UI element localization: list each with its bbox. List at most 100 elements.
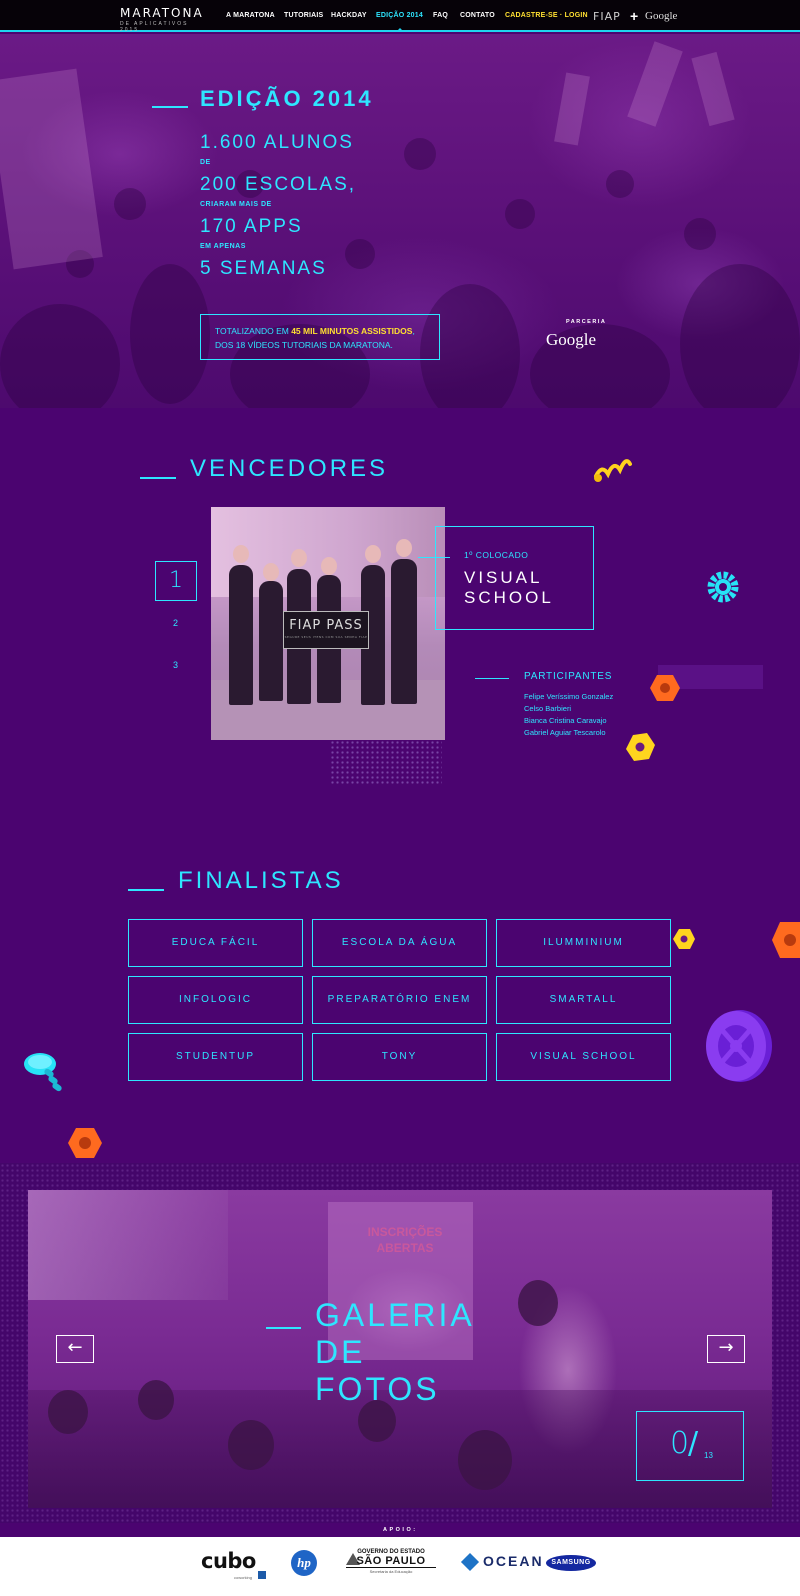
gallery-counter-slash: / xyxy=(688,1426,699,1461)
nav-cadastro-login[interactable]: CADASTRE-SE · LOGIN xyxy=(505,12,588,19)
participant-name: Felipe Veríssimo Gonzalez xyxy=(524,692,614,701)
logo-title: MARATONA xyxy=(120,6,204,20)
participants-title: PARTICIPANTES xyxy=(524,671,613,682)
cubo-badge-icon xyxy=(258,1571,266,1579)
projection-text: INSCRIÇÕES ABERTAS xyxy=(367,1225,443,1255)
person-head xyxy=(291,549,307,567)
orange-nut-icon xyxy=(68,1128,102,1158)
yellow-nut-icon xyxy=(673,929,695,949)
nav-hackday[interactable]: HACKDAY xyxy=(331,12,367,19)
rank-3-button[interactable]: 3 xyxy=(173,660,178,670)
sponsors-bar: cubo coworking hp GOVERNO DO ESTADO SÃO … xyxy=(0,1537,800,1596)
plus-icon: + xyxy=(630,8,639,24)
nav-faq[interactable]: FAQ xyxy=(433,12,448,19)
finalist-escola-da-agua[interactable]: ESCOLA DA ÁGUA xyxy=(312,919,487,967)
person-head xyxy=(233,545,249,563)
photo-person xyxy=(518,1280,558,1326)
sign-title: FIAP PASS xyxy=(289,618,363,633)
gallery-prev-button[interactable]: ← xyxy=(56,1335,94,1363)
person-head xyxy=(365,545,381,563)
participants-rule xyxy=(475,678,509,679)
person-head xyxy=(321,557,337,575)
person xyxy=(229,565,253,705)
cubo-logo[interactable]: cubo xyxy=(201,1549,256,1573)
sao-paulo-government-logo[interactable]: GOVERNO DO ESTADO SÃO PAULO Secretaria d… xyxy=(346,1549,436,1574)
person xyxy=(391,559,417,704)
gallery-title: GALERIA DE FOTOS xyxy=(315,1297,475,1408)
nav-a-maratona[interactable]: A MARATONA xyxy=(226,12,275,19)
totals-text: , xyxy=(412,326,415,336)
gallery-next-button[interactable]: → xyxy=(707,1335,745,1363)
gallery-title-line: GALERIA xyxy=(315,1297,475,1333)
fiap-logo: FIAP xyxy=(593,10,621,23)
parceria-label: PARCERIA xyxy=(566,319,607,325)
stat-connector: DE xyxy=(200,159,211,166)
sign-subtitle: SEGURE SEUS ITENS COM SUA SENHA FIAP xyxy=(284,635,368,639)
finalist-studentup[interactable]: STUDENTUP xyxy=(128,1033,303,1081)
finalist-ilumminium[interactable]: ILUMMINIUM xyxy=(496,919,671,967)
person-head xyxy=(396,539,412,557)
stat-apps: 170 APPS xyxy=(200,216,303,237)
nav-tutoriais[interactable]: TUTORIAIS xyxy=(284,12,323,19)
rank-2-button[interactable]: 2 xyxy=(173,618,178,628)
person-head xyxy=(263,563,279,581)
participant-name: Gabriel Aguiar Tescarolo xyxy=(524,728,606,737)
winner-photo: FIAP PASS SEGURE SEUS ITENS COM SUA SENH… xyxy=(211,507,445,740)
finalistas-title: FINALISTAS xyxy=(178,867,344,894)
finalist-preparatorio-enem[interactable]: PREPARATÓRIO ENEM xyxy=(312,976,487,1024)
sp-logo-line3: Secretaria da Educação xyxy=(369,1569,413,1574)
finalist-educa-facil[interactable]: EDUCA FÁCIL xyxy=(128,919,303,967)
vencedores-rule xyxy=(140,477,176,479)
cubo-logo-subtitle: coworking xyxy=(234,1575,253,1580)
photo-person xyxy=(48,1390,88,1434)
spring-icon xyxy=(594,459,632,482)
vencedores-title: VENCEDORES xyxy=(190,455,389,482)
ocean-logo[interactable]: OCEAN xyxy=(483,1553,544,1569)
rank-1-button[interactable]: 1 xyxy=(155,561,197,601)
totals-text: TOTALIZANDO EM xyxy=(215,326,292,336)
stat-connector: EM APENAS xyxy=(200,243,246,250)
participant-name: Bianca Cristina Caravajo xyxy=(524,716,607,725)
screw-icon xyxy=(24,1053,62,1092)
stat-alunos: 1.600 ALUNOS xyxy=(200,132,354,153)
gear-icon xyxy=(707,571,739,603)
google-partner-logo: Google xyxy=(546,330,597,349)
nav-contato[interactable]: CONTATO xyxy=(460,12,495,19)
gallery-title-line: DE xyxy=(315,1334,366,1370)
active-nav-indicator xyxy=(396,28,404,32)
winner-card-connector xyxy=(418,557,450,558)
finalistas-rule xyxy=(128,889,164,891)
yellow-nut-icon xyxy=(626,733,655,761)
stat-semanas: 5 SEMANAS xyxy=(200,258,327,279)
photo-person xyxy=(458,1430,512,1490)
gallery-counter-current: 0 xyxy=(670,1426,690,1461)
finalist-visual-school[interactable]: VISUAL SCHOOL xyxy=(496,1033,671,1081)
google-logo: Google xyxy=(645,10,678,22)
hero-section: EDIÇÃO 2014 1.600 ALUNOS DE 200 ESCOLAS,… xyxy=(0,34,800,408)
apoio-label: APOIO: xyxy=(383,1527,418,1533)
fiap-pass-sign: FIAP PASS SEGURE SEUS ITENS COM SUA SENH… xyxy=(283,611,369,649)
gallery-title-line: FOTOS xyxy=(315,1371,440,1407)
hp-logo[interactable]: hp xyxy=(291,1550,317,1576)
samsung-logo[interactable]: SAMSUNG xyxy=(546,1555,596,1571)
hero-title: EDIÇÃO 2014 xyxy=(200,86,374,111)
hero-title-rule xyxy=(152,106,188,108)
orange-nut-icon xyxy=(772,922,800,958)
orange-nut-icon xyxy=(650,675,680,701)
top-navigation: MARATONA DE APLICATIVOS 2015 A MARATONA … xyxy=(0,0,800,33)
totals-highlight: 45 MIL MINUTOS ASSISTIDOS xyxy=(291,326,413,336)
winner-name: VISUAL SCHOOL xyxy=(464,568,554,607)
finalist-smartall[interactable]: SMARTALL xyxy=(496,976,671,1024)
totals-box: TOTALIZANDO EM 45 MIL MINUTOS ASSISTIDOS… xyxy=(200,314,440,360)
place-label: 1º COLOCADO xyxy=(464,550,529,560)
photo-person xyxy=(138,1380,174,1420)
finalist-tony[interactable]: TONY xyxy=(312,1033,487,1081)
person xyxy=(259,581,283,701)
gallery-title-rule xyxy=(266,1327,301,1329)
gallery-counter-total: 13 xyxy=(704,1451,713,1460)
finalist-infologic[interactable]: INFOLOGIC xyxy=(128,976,303,1024)
photo-window xyxy=(28,1190,228,1300)
maratona-logo[interactable]: MARATONA DE APLICATIVOS 2015 xyxy=(120,6,210,33)
nav-edicao-2014[interactable]: EDIÇÃO 2014 xyxy=(376,12,423,19)
dot-pattern xyxy=(330,740,442,786)
